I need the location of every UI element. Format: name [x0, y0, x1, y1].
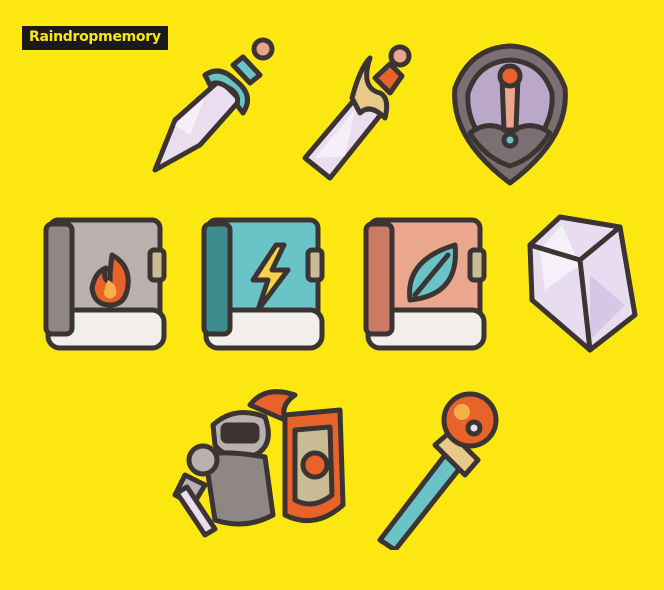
fire-spellbook-icon[interactable]: [40, 210, 180, 360]
nature-spellbook-icon[interactable]: [360, 210, 500, 360]
crystal-gem-icon[interactable]: [520, 205, 650, 360]
orb-scepter-icon[interactable]: [360, 390, 510, 550]
crest-shield-icon[interactable]: [440, 38, 580, 188]
steel-sword-icon[interactable]: [145, 35, 285, 180]
lightning-spellbook-icon[interactable]: [198, 210, 338, 360]
gilded-sword-icon[interactable]: [290, 38, 430, 188]
knight-hero-icon[interactable]: [165, 385, 355, 555]
